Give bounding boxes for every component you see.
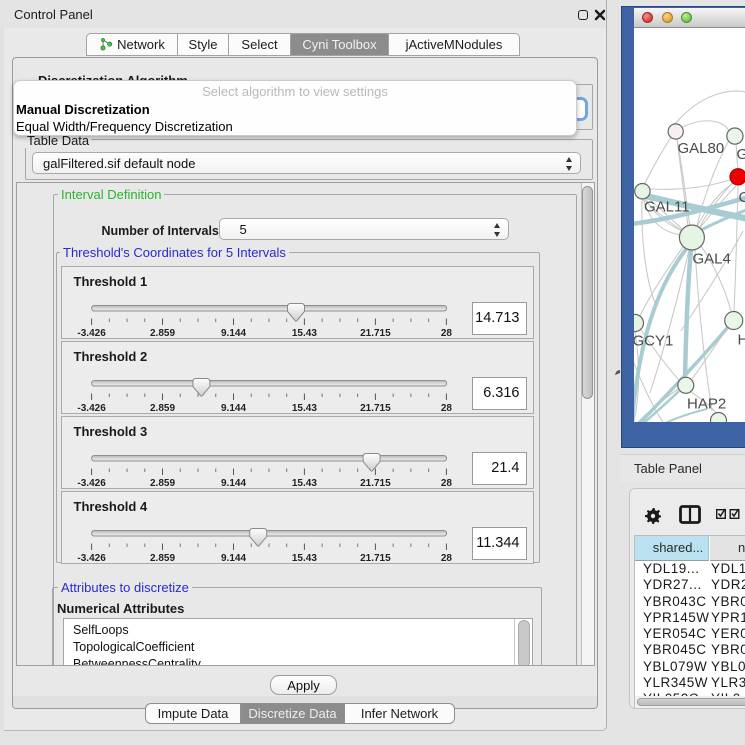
svg-text:21.715: 21.715 <box>360 478 391 489</box>
svg-text:-3.426: -3.426 <box>77 478 106 489</box>
svg-text:15.43: 15.43 <box>291 478 316 489</box>
svg-text:2.859: 2.859 <box>149 478 174 489</box>
svg-text:15.43: 15.43 <box>291 403 316 414</box>
svg-text:GAL80: GAL80 <box>678 140 725 157</box>
svg-text:-3.426: -3.426 <box>77 328 106 339</box>
svg-text:21.715: 21.715 <box>360 403 391 414</box>
svg-text:9.144: 9.144 <box>220 478 245 489</box>
svg-text:GAL4: GAL4 <box>693 251 731 268</box>
svg-text:GCY1: GCY1 <box>634 333 673 350</box>
svg-text:2.859: 2.859 <box>149 403 174 414</box>
svg-text:28: 28 <box>440 328 452 339</box>
svg-text:15.43: 15.43 <box>291 328 316 339</box>
svg-text:H: H <box>738 332 745 349</box>
svg-text:HAP2: HAP2 <box>687 396 726 413</box>
svg-text:21.715: 21.715 <box>360 328 391 339</box>
svg-text:9.144: 9.144 <box>220 403 245 414</box>
svg-text:28: 28 <box>440 478 452 489</box>
svg-text:28: 28 <box>440 553 452 564</box>
svg-text:GA: GA <box>737 146 745 163</box>
svg-text:-3.426: -3.426 <box>77 553 106 564</box>
svg-text:2.859: 2.859 <box>149 553 174 564</box>
svg-text:15.43: 15.43 <box>291 553 316 564</box>
svg-text:9.144: 9.144 <box>220 328 245 339</box>
svg-text:9.144: 9.144 <box>220 553 245 564</box>
svg-text:2.859: 2.859 <box>149 328 174 339</box>
svg-text:GAL11: GAL11 <box>644 199 690 216</box>
svg-text:28: 28 <box>440 403 452 414</box>
svg-text:C: C <box>739 189 745 206</box>
svg-text:-3.426: -3.426 <box>77 403 106 414</box>
svg-text:21.715: 21.715 <box>360 553 391 564</box>
